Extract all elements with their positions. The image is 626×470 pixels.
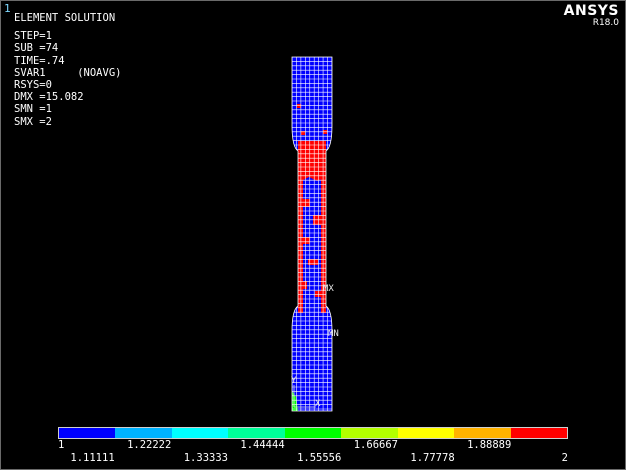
legend-swatch <box>115 428 172 438</box>
grip-hot-spot <box>297 104 301 108</box>
dogbone-mesh-plot[interactable] <box>1 1 626 470</box>
legend-label-lower: 1.11111 <box>70 452 115 464</box>
legend-label-upper: 1 <box>58 439 65 451</box>
neck-high-region <box>298 141 326 181</box>
legend-label-lower: 1.77778 <box>410 452 455 464</box>
contour-legend-bar <box>58 427 568 439</box>
base-fill-region <box>292 57 332 411</box>
gauge-hot-spot <box>301 281 307 289</box>
legend-swatch <box>454 428 511 438</box>
graphics-window[interactable]: 1 ELEMENT SOLUTION STEP=1 SUB =74 TIME=.… <box>0 0 626 470</box>
legend-swatch <box>397 428 455 438</box>
max-marker: MX <box>323 284 334 294</box>
legend-label-upper: 1.44444 <box>240 439 285 451</box>
legend-label-lower: 2 <box>561 452 568 464</box>
legend-swatch <box>59 428 116 438</box>
legend-label-lower: 1.33333 <box>183 452 228 464</box>
legend-label-upper: 1.22222 <box>127 439 172 451</box>
legend-label-upper: 1.88889 <box>467 439 512 451</box>
axis-x-label: X <box>315 399 321 409</box>
legend-swatch <box>341 428 398 438</box>
legend-swatch <box>228 428 285 438</box>
axis-y-label: Y <box>291 376 297 386</box>
legend-swatch <box>510 428 567 438</box>
legend-label-lower: 1.55556 <box>297 452 342 464</box>
legend-label-upper: 1.66667 <box>353 439 398 451</box>
specimen-contour <box>292 57 332 411</box>
gauge-hot-spot <box>303 237 310 244</box>
min-marker: MN <box>328 329 339 339</box>
legend-swatch <box>284 428 342 438</box>
legend-swatch <box>171 428 229 438</box>
